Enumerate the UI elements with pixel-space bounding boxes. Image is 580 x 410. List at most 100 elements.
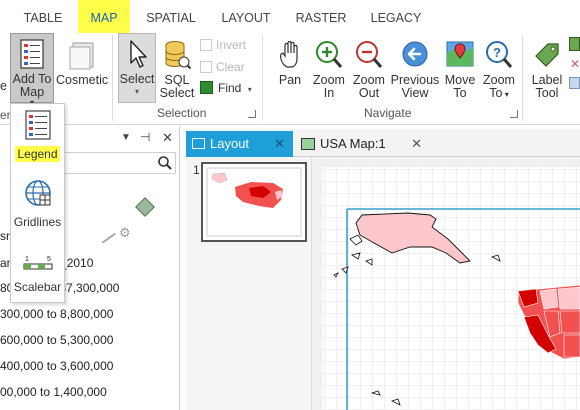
legend-row: 00,000 to 1,400,000 [0,385,107,399]
database-icon [165,41,192,70]
arrow-pointer-icon [130,40,147,68]
ribbon-separator [112,35,113,121]
zoom-in-button[interactable]: Zoom In [310,35,348,100]
edit-icon[interactable] [96,224,116,244]
pan-label: Pan [278,73,302,87]
legend-icon [24,110,51,140]
move-to-label-1: Move [444,73,476,87]
zoom-in-label-1: Zoom [313,73,345,87]
invert-label: Invert [216,38,247,52]
ribbon-separator [262,35,263,121]
settings-icon[interactable]: ⚙ [119,225,131,241]
menu-item-legend[interactable]: Legend [11,108,64,168]
label-tool-label-2: Tool [535,86,559,100]
zoom-in-icon [316,41,343,68]
tab-spatial[interactable]: SPATIAL [140,0,202,33]
sql-select-button[interactable]: SQL Select [158,35,196,100]
add-to-map-icon [20,39,44,69]
label-tool-button[interactable]: Label Tool [528,35,566,100]
previous-view-label-1: Previous [390,73,440,87]
label-tool-label-1: Label [531,73,563,87]
close-icon[interactable]: ✕ [162,130,173,146]
sql-select-label-2: Select [159,86,195,100]
document-tab-strip: Layout ✕ USA Map:1 ✕ [186,129,580,157]
tab-table[interactable]: TABLE [14,0,72,33]
menu-item-gridlines[interactable]: Gridlines [11,178,64,234]
thumbnail-map-image [206,167,302,237]
cut-button-label: e [0,79,7,93]
zoom-to-label-2: To [489,86,503,100]
zoom-out-label-1: Zoom [353,73,385,87]
cosmetic-label: Cosmetic [56,73,109,87]
zoom-in-label-2: In [323,86,335,100]
legend-row: 300,000 to 8,800,000 [0,307,113,321]
select-button[interactable]: Select ▾ [118,33,156,103]
page-thumbnail[interactable] [201,162,307,242]
zoom-to-label-1: Zoom [483,73,515,87]
scalebar-tick-1: 1 [25,256,29,263]
clear-label: Clear [216,60,245,74]
cosmetic-button[interactable]: Cosmetic [56,35,108,87]
tab-usa-map[interactable]: USA Map:1 ✕ [296,131,422,157]
move-to-label-2: To [453,86,467,100]
move-to-button[interactable]: Move To [442,35,478,100]
cosmetic-layer-icon [69,42,94,70]
layout-canvas[interactable] [312,157,580,410]
map-doc-icon [301,138,315,150]
ribbon: e er Add To Map ▾ Cosmetic Select ▾ [0,33,580,125]
legend-range: 37,300,000 [59,281,120,295]
scalebar-label: Scalebar [13,280,62,294]
tab-layout-document[interactable]: Layout ✕ [186,131,293,157]
chevron-down-icon: ▾ [502,90,509,99]
clear-icon [200,61,212,73]
zoom-to-button[interactable]: ? Zoom To ▾ [480,35,518,101]
previous-view-button[interactable]: Previous View [390,35,440,100]
legend-row: 600,000 to 5,300,000 [0,333,113,347]
add-to-map-menu: Legend Gridlines 1 5 Scalebar [10,103,65,303]
zoom-out-button[interactable]: Zoom Out [350,35,388,100]
layout-page [312,157,580,410]
legend-range: 600,000 to 5,300,000 [0,333,114,347]
hand-icon [280,40,298,68]
selection-group-label: Selection [157,106,207,120]
zoom-out-label-2: Out [358,86,380,100]
menu-item-scalebar[interactable]: 1 5 Scalebar [11,254,64,304]
close-icon[interactable]: ✕ [411,131,422,157]
tab-map[interactable]: MAP [78,0,130,33]
chevron-down-icon: ▾ [247,85,252,94]
close-icon[interactable]: ✕ [570,57,580,71]
small-tool-icon[interactable] [569,37,580,51]
layout-doc-icon [192,138,205,149]
add-to-map-label-1: Add To [12,72,52,86]
close-icon[interactable]: ✕ [274,131,285,157]
invert-icon [200,39,212,51]
search-input[interactable] [62,152,176,174]
tab-layout[interactable]: LAYOUT [215,0,277,33]
small-tool-icon[interactable] [569,77,580,89]
select-label: Select [119,72,155,86]
back-arrow-icon [402,41,428,67]
search-icon[interactable] [157,155,173,171]
tab-legacy[interactable]: LEGACY [365,0,427,33]
sql-select-label-1: SQL [164,73,190,87]
clear-button[interactable]: Clear [200,60,245,74]
ribbon-tab-bar: TABLE MAP SPATIAL LAYOUT RASTER LEGACY [0,0,580,33]
legend-range: 300,000 to 8,800,000 [0,307,114,321]
dialog-launcher-icon [510,110,518,118]
layer-style-icon[interactable] [135,197,155,217]
add-to-map-button[interactable]: Add To Map ▾ [10,33,54,107]
chevron-down-icon[interactable]: ▼ [121,132,131,143]
add-to-map-label-2: Map [19,85,45,99]
legend-label: Legend [15,146,60,162]
tab-raster[interactable]: RASTER [292,0,350,33]
legend-range: 00,000 to 1,400,000 [0,385,107,399]
find-button[interactable]: Find ▾ [200,81,252,95]
invert-button[interactable]: Invert [200,38,246,52]
find-label: Find [218,81,242,95]
legend-row: 400,000 to 3,600,000 [0,359,113,373]
gridlines-label: Gridlines [13,215,62,229]
pin-icon[interactable]: ⊣ [140,130,150,144]
svg-text:?: ? [493,45,501,60]
tab-label: USA Map:1 [320,136,386,151]
pan-button[interactable]: Pan [272,35,308,87]
